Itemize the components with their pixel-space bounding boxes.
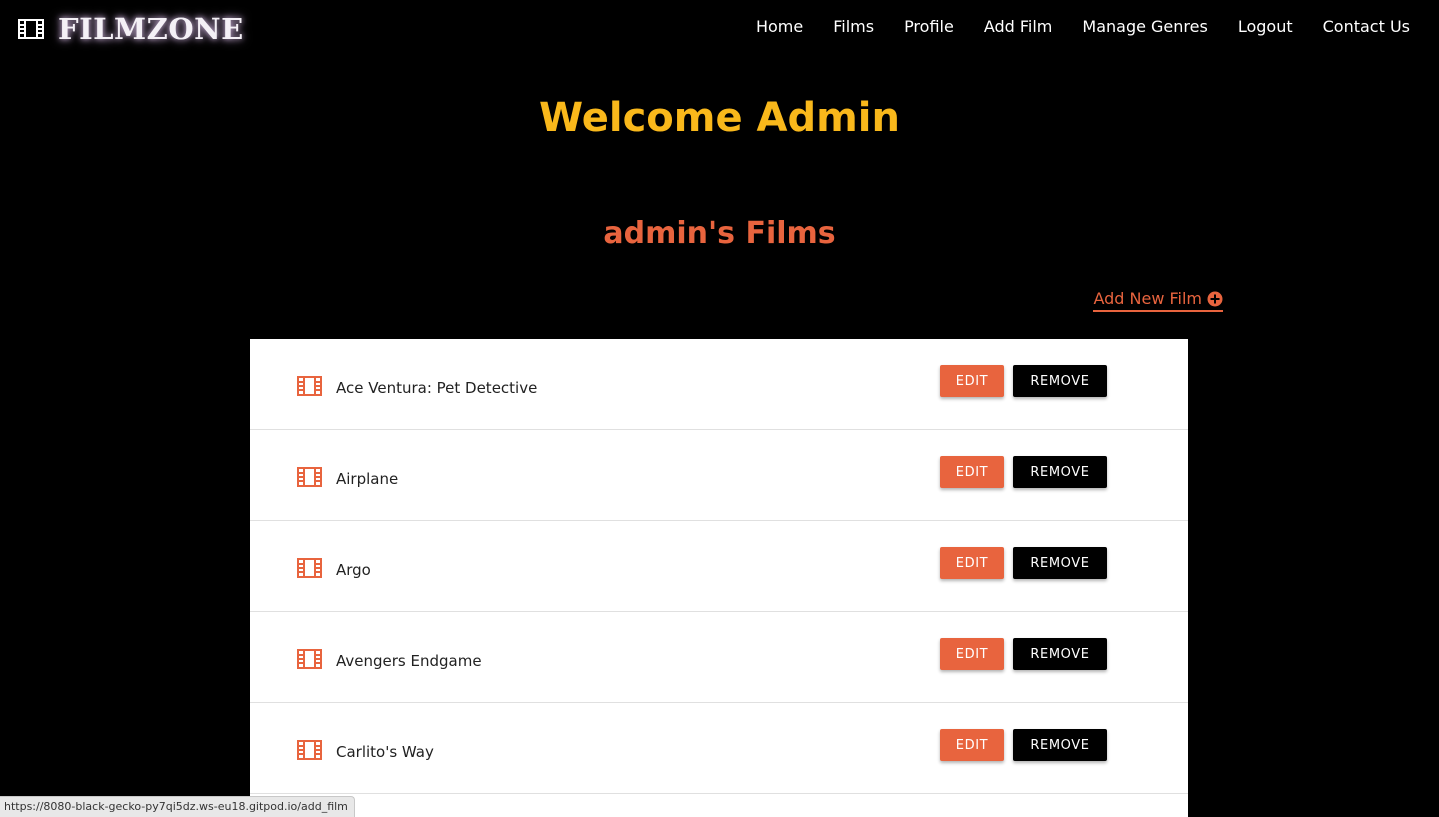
film-list-item: Airplane EDIT REMOVE — [250, 430, 1188, 521]
welcome-heading: Welcome Admin — [539, 95, 900, 141]
film-list-item: Ace Ventura: Pet Detective EDIT REMOVE — [250, 339, 1188, 430]
film-icon — [297, 558, 322, 578]
edit-button[interactable]: EDIT — [940, 547, 1004, 579]
browser-status-url: https://8080-black-gecko-py7qi5dz.ws-eu1… — [0, 796, 355, 817]
film-list-item: Argo EDIT REMOVE — [250, 521, 1188, 612]
nav-manage-genres[interactable]: Manage Genres — [1067, 14, 1222, 40]
nav-links: Home Films Profile Add Film Manage Genre… — [741, 14, 1425, 40]
add-new-film-link[interactable]: Add New Film — [1093, 289, 1223, 312]
nav-films[interactable]: Films — [818, 14, 889, 40]
film-icon — [297, 740, 322, 760]
film-title: Avengers Endgame — [336, 652, 482, 670]
brand-logo[interactable]: FILMZONE — [18, 10, 244, 48]
navbar: FILMZONE Home Films Profile Add Film Man… — [0, 0, 1439, 56]
film-title: Argo — [336, 561, 371, 579]
film-icon — [297, 376, 322, 396]
film-title: Ace Ventura: Pet Detective — [336, 379, 538, 397]
remove-button[interactable]: REMOVE — [1013, 729, 1107, 761]
add-new-film-label: Add New Film — [1093, 289, 1202, 308]
edit-button[interactable]: EDIT — [940, 365, 1004, 397]
films-heading: admin's Films — [603, 216, 836, 251]
film-list-item: Carlito's Way EDIT REMOVE — [250, 703, 1188, 794]
nav-profile[interactable]: Profile — [889, 14, 969, 40]
film-list: Ace Ventura: Pet Detective EDIT REMOVE A… — [250, 339, 1188, 817]
plus-circle-icon — [1207, 291, 1223, 307]
edit-button[interactable]: EDIT — [940, 729, 1004, 761]
film-icon — [297, 649, 322, 669]
film-list-item: Avengers Endgame EDIT REMOVE — [250, 612, 1188, 703]
brand-name: FILMZONE — [58, 12, 244, 46]
nav-contact-us[interactable]: Contact Us — [1308, 14, 1425, 40]
remove-button[interactable]: REMOVE — [1013, 547, 1107, 579]
film-title: Carlito's Way — [336, 743, 434, 761]
edit-button[interactable]: EDIT — [940, 456, 1004, 488]
film-icon — [297, 467, 322, 487]
nav-add-film[interactable]: Add Film — [969, 14, 1068, 40]
nav-logout[interactable]: Logout — [1223, 14, 1308, 40]
remove-button[interactable]: REMOVE — [1013, 456, 1107, 488]
remove-button[interactable]: REMOVE — [1013, 638, 1107, 670]
film-icon — [18, 19, 44, 39]
film-title: Airplane — [336, 470, 399, 488]
nav-home[interactable]: Home — [741, 14, 818, 40]
remove-button[interactable]: REMOVE — [1013, 365, 1107, 397]
edit-button[interactable]: EDIT — [940, 638, 1004, 670]
